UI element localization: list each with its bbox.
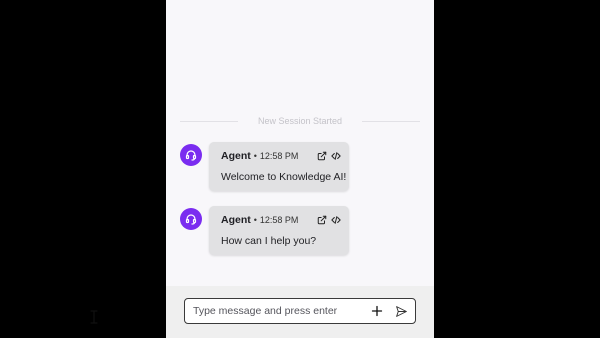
message-header: Agent • 12:58 PM [221,150,341,162]
plus-icon[interactable] [369,303,385,319]
divider-line-left [180,120,238,122]
agent-avatar [180,208,202,230]
sender-name: Agent [221,150,251,162]
message-time: 12:58 PM [259,215,299,225]
message-header: Agent • 12:58 PM [221,214,341,226]
send-icon[interactable] [393,303,409,319]
external-link-icon[interactable] [316,151,327,162]
sender-name: Agent [221,214,251,226]
message-actions [316,215,341,226]
code-icon[interactable] [330,151,341,162]
agent-avatar [180,144,202,166]
message-text: Welcome to Knowledge AI! [221,171,347,183]
message-input[interactable] [193,305,363,317]
chat-panel: New Session Started Agent • 12:58 PM Wel… [166,0,434,338]
message-input-box [184,298,416,324]
message-bubble: Agent • 12:58 PM [209,142,349,191]
code-icon[interactable] [330,215,341,226]
message-time: 12:58 PM [259,151,299,161]
separator-dot: • [253,215,257,225]
separator-dot: • [253,151,257,161]
headset-icon [185,214,197,225]
message-bubble: Agent • 12:58 PM [209,206,349,255]
session-started-label: New Session Started [257,116,343,126]
headset-icon [185,150,197,161]
divider-line-right [362,120,421,122]
composer-bar [166,286,434,338]
external-link-icon[interactable] [316,215,327,226]
session-divider: New Session Started [180,114,421,128]
text-cursor-icon [90,310,98,324]
message-text: How can I help you? [221,235,317,247]
message-actions [316,151,341,162]
